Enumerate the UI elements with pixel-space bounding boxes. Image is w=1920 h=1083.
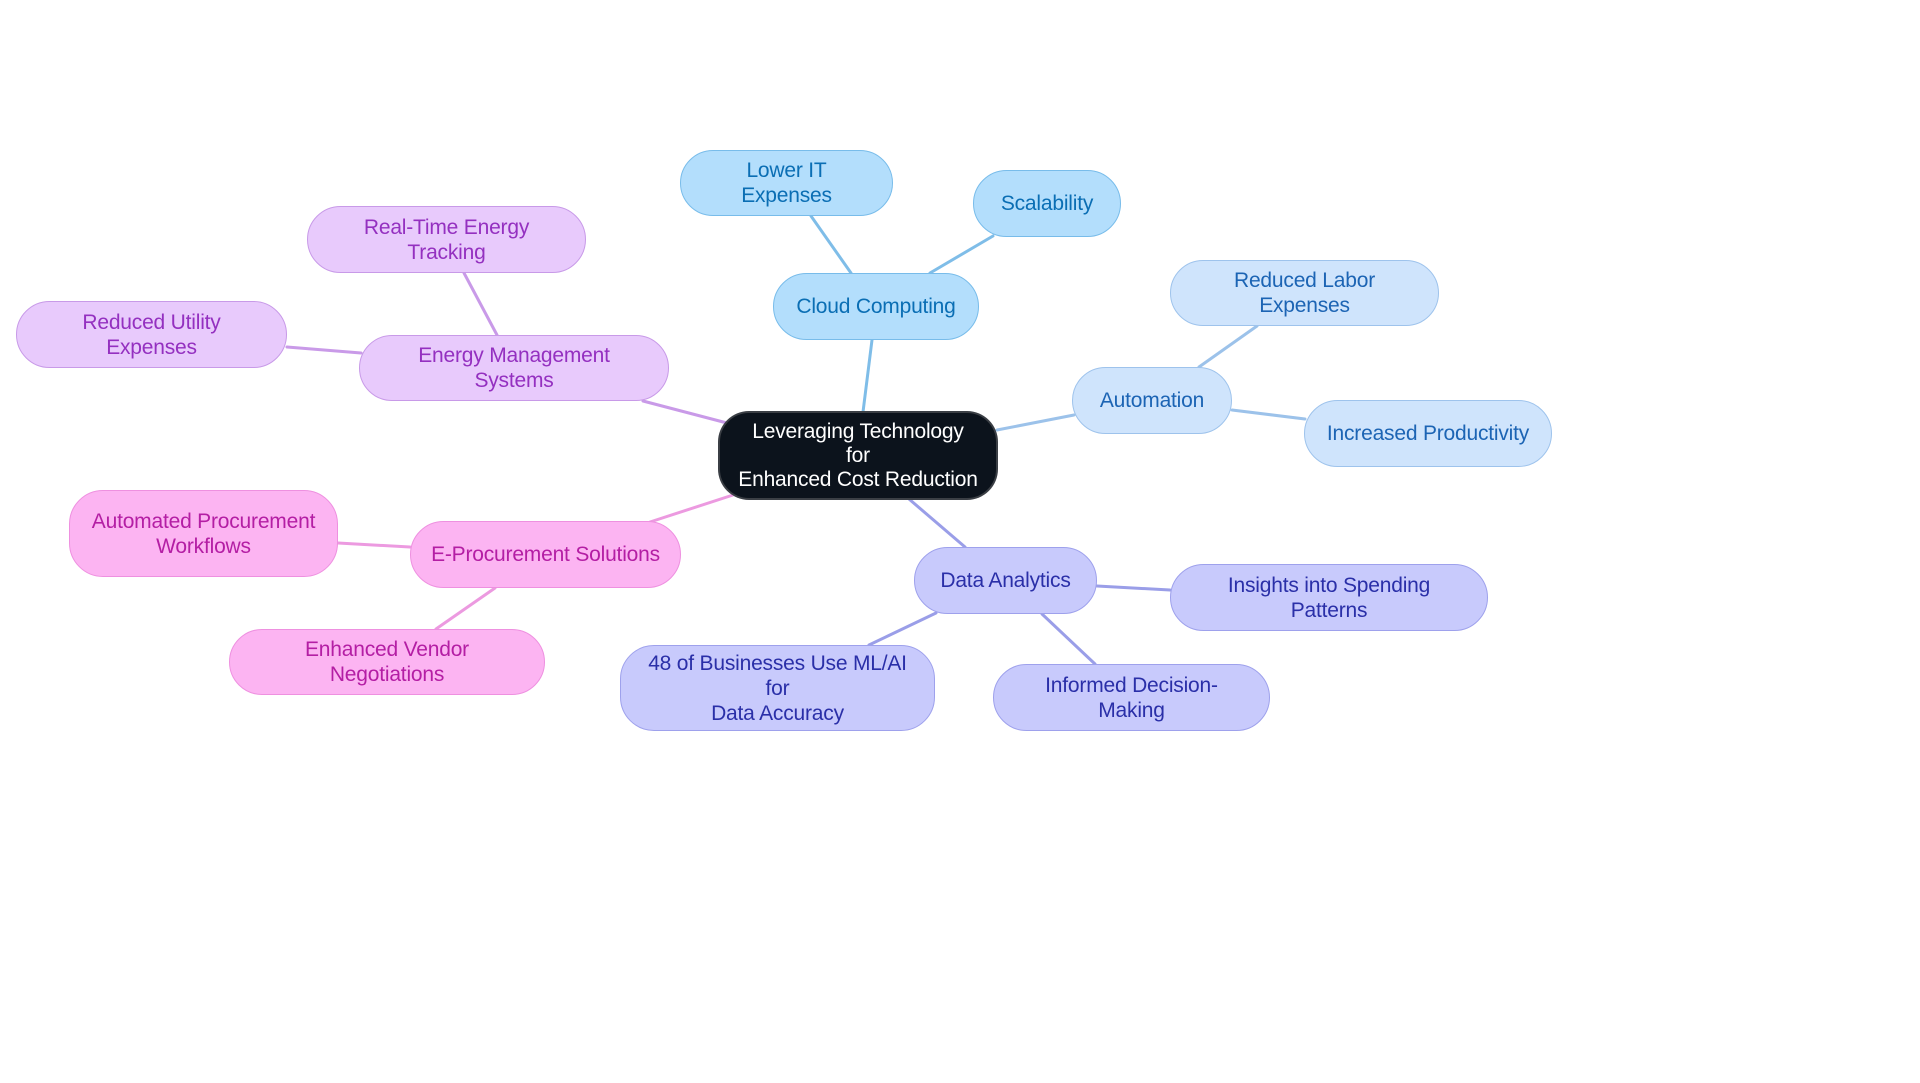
- edge-analytics-da-insights: [1095, 584, 1172, 592]
- leaf-node-cloud-scalability-label: Scalability: [1000, 192, 1094, 215]
- leaf-node-ep-vendor-label: Enhanced Vendor Negotiations: [305, 638, 469, 686]
- edge-automation-auto-productivity: [1230, 408, 1307, 421]
- leaf-node-da-insights-label: Insights into Spending Patterns: [1227, 573, 1431, 622]
- branch-node-automation[interactable]: Automation: [1072, 367, 1232, 434]
- leaf-node-auto-labor[interactable]: Reduced Labor Expenses: [1170, 260, 1439, 326]
- mindmap-canvas: Leveraging Technology for Enhanced Cost …: [0, 0, 1920, 1083]
- leaf-node-ep-workflows[interactable]: Automated Procurement Workflows: [69, 490, 338, 577]
- branch-node-energy-label: Energy Management Systems: [418, 344, 610, 392]
- edge-energy-em-utility: [285, 345, 363, 355]
- edge-analytics-da-decision: [1040, 612, 1097, 666]
- edge-root-energy: [641, 399, 729, 425]
- branch-node-analytics[interactable]: Data Analytics: [914, 547, 1097, 614]
- root-node[interactable]: Leveraging Technology for Enhanced Cost …: [719, 412, 997, 499]
- leaf-node-auto-productivity[interactable]: Increased Productivity: [1304, 400, 1552, 467]
- branch-node-cloud[interactable]: Cloud Computing: [773, 273, 979, 340]
- leaf-node-ep-workflows-label: Automated Procurement Workflows: [91, 509, 316, 558]
- branch-node-procurement-label: E-Procurement Solutions: [431, 543, 660, 566]
- edge-cloud-cloud-scalability: [928, 234, 995, 275]
- edge-root-analytics: [907, 497, 967, 549]
- leaf-node-em-utility-label: Reduced Utility Expenses: [82, 310, 221, 359]
- edge-root-cloud: [861, 338, 874, 414]
- edge-root-automation: [995, 413, 1076, 432]
- edge-cloud-cloud-lower-it: [809, 214, 853, 275]
- branch-node-automation-label: Automation: [1099, 389, 1205, 412]
- edge-root-procurement: [648, 493, 735, 524]
- leaf-node-cloud-scalability[interactable]: Scalability: [973, 170, 1121, 237]
- leaf-node-auto-labor-label: Reduced Labor Expenses: [1233, 269, 1375, 317]
- edge-automation-auto-labor: [1197, 324, 1259, 369]
- leaf-node-da-decision[interactable]: Informed Decision-Making: [993, 664, 1270, 731]
- leaf-node-em-utility[interactable]: Reduced Utility Expenses: [16, 301, 287, 368]
- branch-node-energy[interactable]: Energy Management Systems: [359, 335, 669, 401]
- branch-node-analytics-label: Data Analytics: [940, 569, 1071, 592]
- branch-node-procurement[interactable]: E-Procurement Solutions: [410, 521, 681, 588]
- leaf-node-em-tracking[interactable]: Real-Time Energy Tracking: [307, 206, 586, 273]
- edge-procurement-ep-vendor: [434, 586, 497, 631]
- leaf-node-em-tracking-label: Real-Time Energy Tracking: [363, 215, 530, 264]
- branch-node-cloud-label: Cloud Computing: [796, 295, 956, 318]
- leaf-node-ep-vendor[interactable]: Enhanced Vendor Negotiations: [229, 629, 545, 695]
- leaf-node-da-decision-label: Informed Decision-Making: [1045, 673, 1218, 722]
- edge-energy-em-tracking: [462, 271, 499, 337]
- leaf-node-cloud-lower-it-label: Lower IT Expenses: [741, 159, 832, 207]
- leaf-node-da-ml-label: 48 of Businesses Use ML/AI for Data Accu…: [648, 651, 907, 725]
- edge-procurement-ep-workflows: [336, 541, 412, 549]
- edge-analytics-da-ml: [867, 611, 938, 647]
- leaf-node-da-ml[interactable]: 48 of Businesses Use ML/AI for Data Accu…: [620, 645, 935, 731]
- leaf-node-da-insights[interactable]: Insights into Spending Patterns: [1170, 564, 1488, 631]
- leaf-node-cloud-lower-it[interactable]: Lower IT Expenses: [680, 150, 893, 216]
- leaf-node-auto-productivity-label: Increased Productivity: [1326, 422, 1530, 445]
- root-node-label: Leveraging Technology for Enhanced Cost …: [738, 419, 978, 491]
